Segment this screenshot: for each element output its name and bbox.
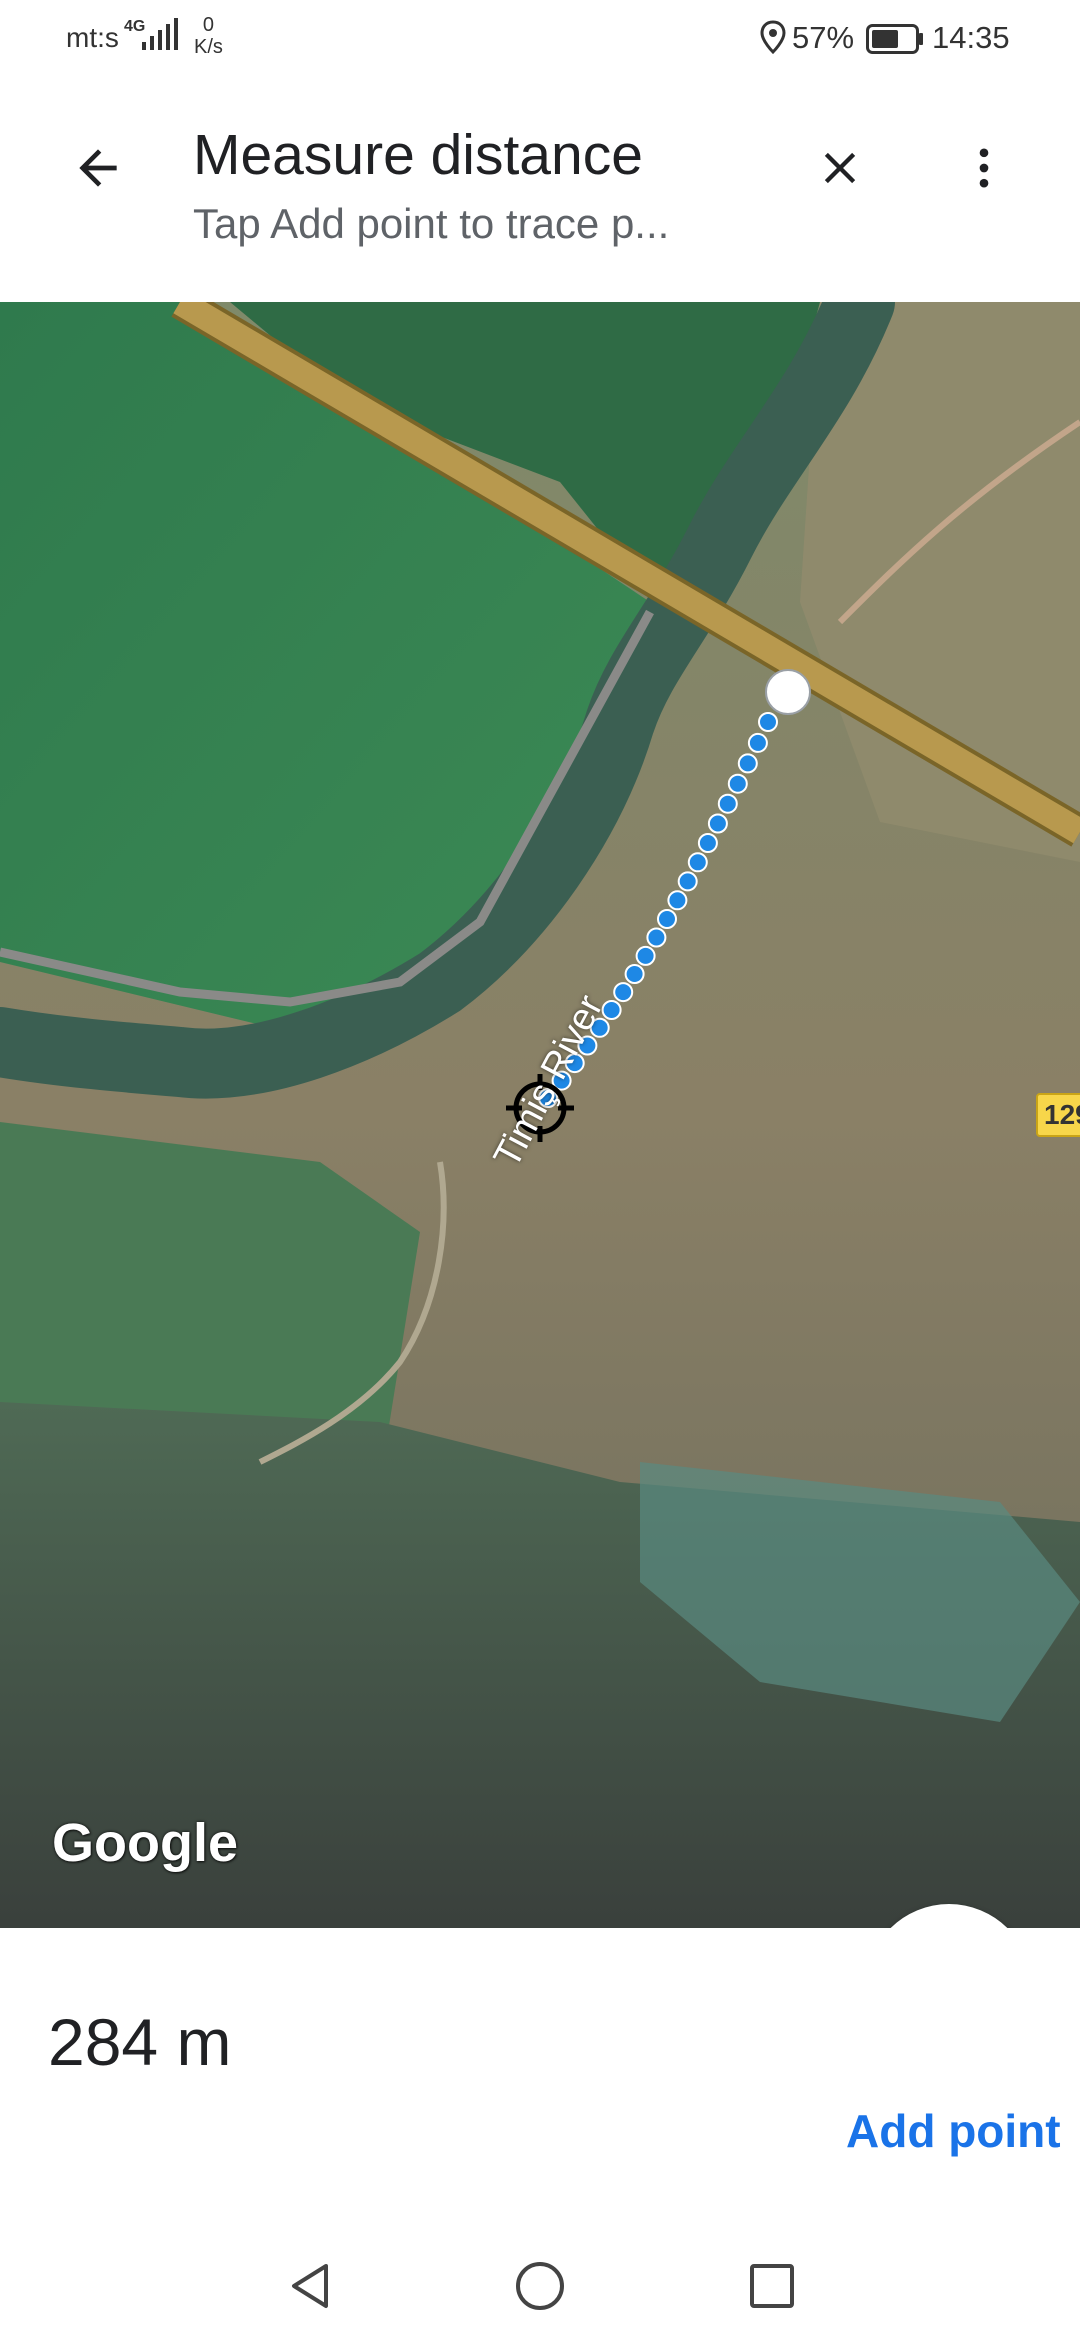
- app-header: Measure distance Tap Add point to trace …: [0, 80, 1080, 302]
- nav-back-icon[interactable]: [282, 2258, 338, 2314]
- nav-home-icon[interactable]: [512, 2258, 568, 2314]
- satellite-map[interactable]: Timiş River 129 Google: [0, 302, 1080, 1928]
- start-point-marker: [765, 669, 811, 715]
- path-dot: [727, 773, 748, 794]
- google-logo: Google: [52, 1813, 238, 1873]
- path-dot: [747, 732, 768, 753]
- path-dot: [737, 753, 758, 774]
- location-pin-icon: [760, 20, 786, 54]
- signal-icon: [142, 18, 178, 50]
- add-point-button[interactable]: Add point: [846, 2104, 1061, 2158]
- path-dot: [613, 982, 634, 1003]
- path-dot: [667, 890, 688, 911]
- nav-recent-icon[interactable]: [744, 2258, 800, 2314]
- status-bar: mt:s 4G 0 K/s 57% 14:35: [0, 0, 1080, 80]
- path-dot: [687, 852, 708, 873]
- battery-percent: 57%: [792, 20, 855, 55]
- path-dot: [717, 793, 738, 814]
- more-options-button[interactable]: [944, 128, 1024, 208]
- path-dot: [635, 945, 656, 966]
- arrow-left-icon: [79, 149, 117, 187]
- distance-readout: 284 m: [48, 2005, 232, 2079]
- path-dot: [677, 871, 698, 892]
- battery-icon: [866, 24, 923, 54]
- path-dot: [657, 909, 677, 929]
- path-dot: [758, 712, 778, 732]
- path-dot: [707, 813, 728, 834]
- carrier-label: mt:s: [66, 22, 119, 53]
- close-button[interactable]: [800, 128, 880, 208]
- path-dot: [624, 964, 645, 984]
- page-title: Measure distance: [193, 123, 643, 187]
- path-dot: [697, 833, 718, 853]
- road-shield: 129: [1036, 1093, 1080, 1137]
- path-dot: [646, 927, 667, 948]
- system-nav-bar: [0, 2240, 1080, 2340]
- page-subtitle: Tap Add point to trace p...: [193, 200, 670, 247]
- more-vert-icon: [979, 148, 989, 188]
- close-icon: [824, 152, 856, 184]
- net-speed: 0 K/s: [194, 14, 223, 58]
- back-button[interactable]: [58, 128, 138, 208]
- net-speed-value: 0: [202, 14, 215, 36]
- clock: 14:35: [932, 20, 1010, 55]
- net-speed-unit: K/s: [194, 36, 223, 58]
